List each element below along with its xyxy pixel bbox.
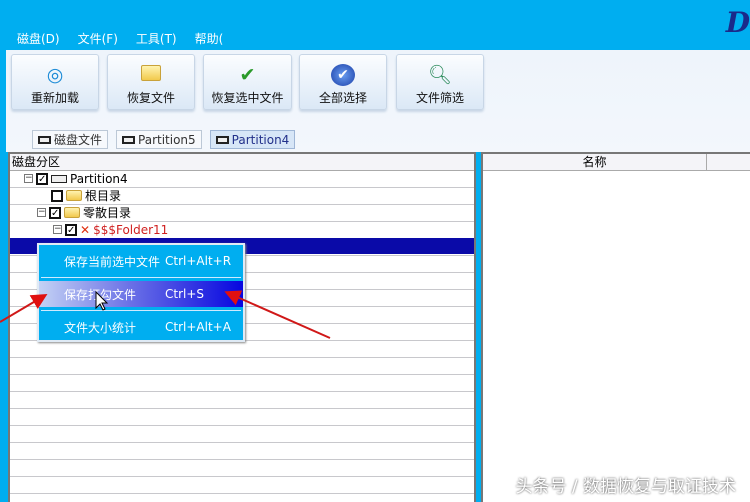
tab-partition4[interactable]: Partition4 — [209, 130, 296, 149]
drive-icon — [51, 174, 67, 183]
menu-file[interactable]: 文件(F) — [78, 30, 118, 47]
select-all-icon: ✔ — [331, 64, 355, 86]
tree-label: 零散目录 — [83, 206, 132, 220]
tree-label: $$$Folder11 — [93, 222, 169, 237]
file-list-panel[interactable]: 名称 — [481, 152, 750, 502]
folder-check-icon: ✔ — [239, 64, 256, 86]
collapse-icon[interactable]: − — [24, 174, 33, 183]
tree-item-orphan-dir[interactable]: − ✓ 零散目录 — [37, 204, 131, 221]
menu-item-shortcut: Ctrl+Alt+A — [165, 320, 231, 334]
drive-icon — [215, 135, 229, 144]
folder-icon — [66, 190, 82, 201]
recover-selected-label: 恢复选中文件 — [211, 91, 284, 105]
folder-icon — [64, 207, 80, 218]
menu-item-shortcut: Ctrl+S — [165, 287, 205, 301]
folder-icon — [139, 64, 163, 86]
tree-item-root[interactable]: 根目录 — [51, 187, 121, 204]
file-list-header: 名称 — [483, 154, 750, 171]
collapse-icon[interactable]: − — [37, 208, 46, 217]
toolbar: ◎ 重新加载 恢复文件 ✔ 恢复选中文件 ✔ 全部选择 🔍︎ 文件筛选 磁盘文件 Par… — [6, 50, 750, 152]
context-menu: 保存当前选中文件 Ctrl+Alt+R 保存打勾文件 Ctrl+S 文件大小统计 Ct… — [37, 243, 245, 342]
checkbox-checked[interactable]: ✓ — [49, 206, 61, 219]
partition-tabs: 磁盘文件 Partition5 Partition4 — [32, 130, 296, 149]
menu-tools[interactable]: 工具(T) — [136, 30, 177, 47]
tab-partition5[interactable]: Partition5 — [116, 130, 202, 149]
recover-files-label: 恢复文件 — [126, 91, 175, 105]
column-name[interactable]: 名称 — [483, 154, 707, 170]
tree-label: 根目录 — [85, 189, 122, 203]
menu-item-shortcut: Ctrl+Alt+R — [165, 254, 232, 268]
menu-separator — [41, 277, 241, 278]
menu-item-save-selected[interactable]: 保存当前选中文件 Ctrl+Alt+R — [39, 248, 243, 274]
filter-icon: 🔍︎ — [428, 64, 453, 86]
deleted-icon: ✕ — [80, 222, 91, 237]
app-logo: D — [725, 6, 750, 39]
menu-item-label: 保存当前选中文件 — [64, 254, 161, 269]
recover-selected-button[interactable]: ✔ 恢复选中文件 — [203, 54, 292, 110]
drive-icon — [122, 135, 136, 144]
checkbox-checked[interactable]: ✓ — [36, 172, 48, 185]
tree-item-folder11[interactable]: − ✓ ✕ $$$Folder11 — [53, 221, 168, 238]
recover-files-button[interactable]: 恢复文件 — [107, 54, 195, 110]
tab-label: Partition5 — [138, 132, 196, 147]
reload-icon: ◎ — [46, 64, 64, 86]
tab-disk-files[interactable]: 磁盘文件 — [32, 130, 109, 149]
tree-item-partition4[interactable]: − ✓ Partition4 — [24, 170, 128, 187]
menu-separator — [41, 310, 241, 311]
menu-help[interactable]: 帮助( — [195, 30, 224, 47]
file-filter-button[interactable]: 🔍︎ 文件筛选 — [396, 54, 484, 110]
menu-item-label: 保存打勾文件 — [64, 287, 137, 302]
select-all-button[interactable]: ✔ 全部选择 — [299, 54, 387, 110]
title-bar: D 磁盘(D) 文件(F) 工具(T) 帮助( — [0, 0, 750, 52]
menu-bar: 磁盘(D) 文件(F) 工具(T) 帮助( — [17, 30, 223, 47]
tab-label: 磁盘文件 — [54, 133, 103, 147]
reload-button[interactable]: ◎ 重新加载 — [11, 54, 99, 110]
menu-disk[interactable]: 磁盘(D) — [17, 30, 60, 47]
menu-item-size-stats[interactable]: 文件大小统计 Ctrl+Alt+A — [39, 314, 243, 340]
checkbox-unchecked[interactable] — [51, 189, 63, 202]
collapse-icon[interactable]: − — [53, 225, 62, 234]
reload-label: 重新加载 — [30, 91, 79, 105]
file-filter-label: 文件筛选 — [415, 91, 464, 105]
drive-icon — [38, 135, 51, 144]
tree-label: Partition4 — [70, 171, 128, 186]
partition-tree-header: 磁盘分区 — [10, 154, 474, 171]
watermark: 头条号 / 数据恢复与取证技术 — [515, 477, 736, 497]
menu-item-save-checked[interactable]: 保存打勾文件 Ctrl+S — [39, 281, 243, 307]
tab-label: Partition4 — [231, 132, 290, 147]
select-all-label: 全部选择 — [318, 91, 367, 105]
menu-item-label: 文件大小统计 — [64, 320, 137, 335]
checkbox-checked[interactable]: ✓ — [65, 223, 77, 236]
